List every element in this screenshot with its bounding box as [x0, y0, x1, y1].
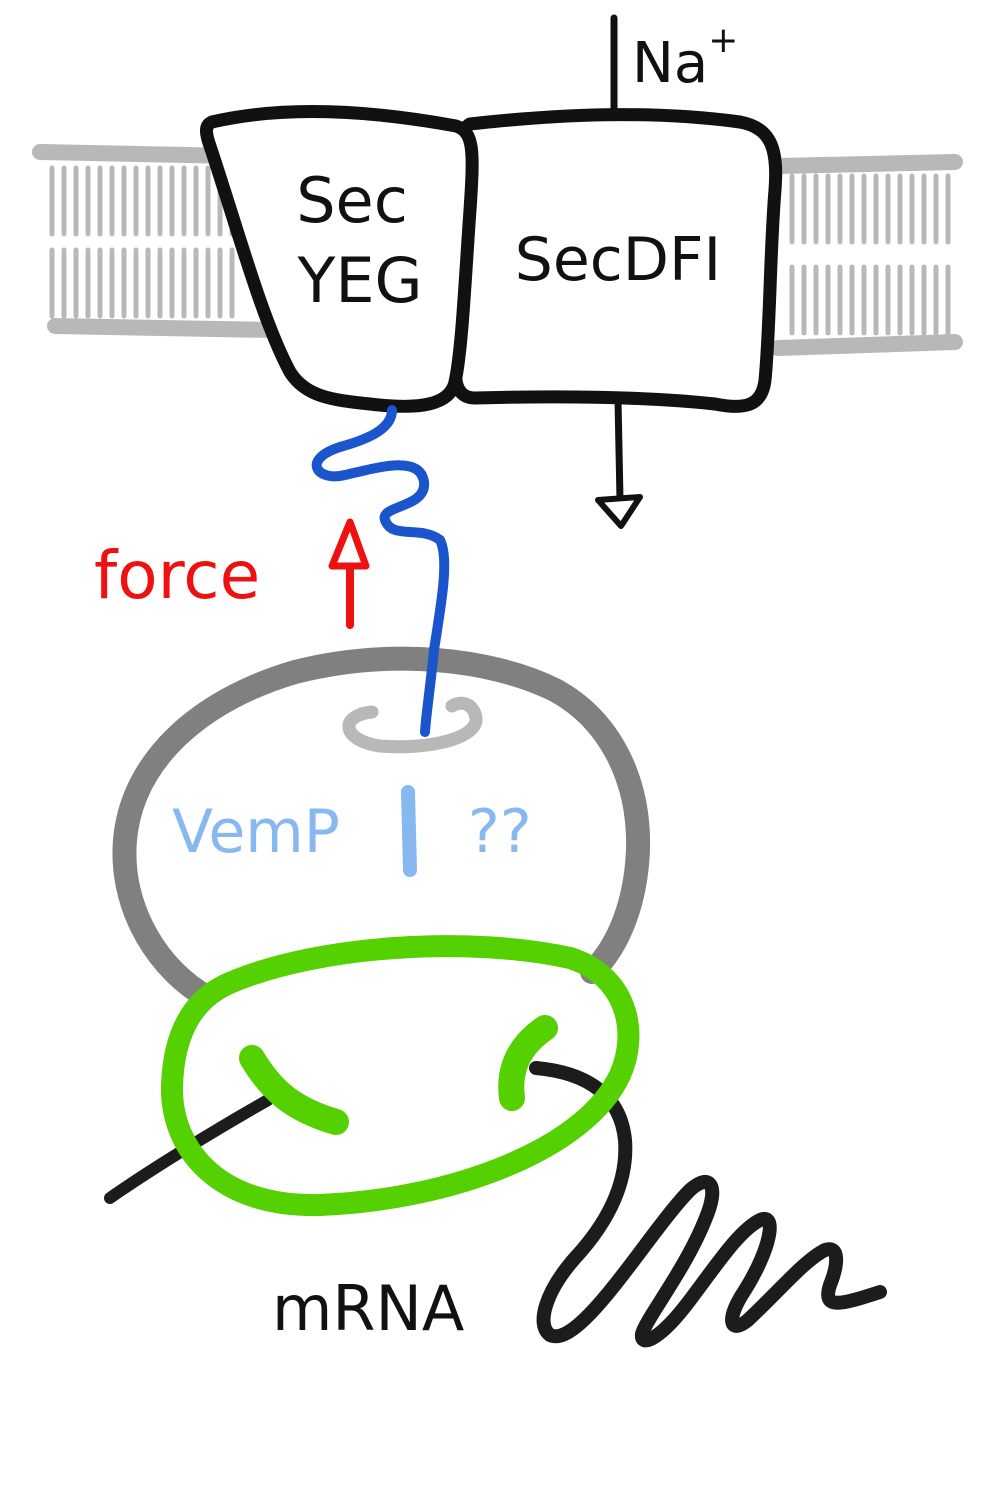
secdfi-exit-arrow-head	[595, 494, 643, 529]
membrane-left-lipid-tails	[49, 165, 235, 319]
sodium-ion-charge: +	[708, 20, 738, 61]
ribosome-small-subunit-left-lobe	[239, 1045, 349, 1135]
secdfi-exit-arrow	[595, 396, 643, 529]
membrane-right-lipid-tails	[789, 173, 951, 336]
membrane-right-bottom-leaflet	[770, 334, 963, 356]
unknown-label: ??	[468, 797, 532, 867]
membrane-left-bottom-leaflet	[47, 318, 280, 338]
secyeg-label-line1: Sec	[296, 164, 408, 237]
mrna-label: mRNA	[272, 1272, 464, 1345]
force-arrow	[328, 518, 370, 629]
force-label: force	[94, 537, 260, 614]
secdfi-exit-arrow-shaft	[614, 396, 624, 504]
vemp-secdfi-diagram: Na+ Sec YEG SecDFI force VemP ?? mRNA	[32, 14, 963, 1348]
sodium-ion-label: Na+	[632, 20, 738, 96]
secdfi-label: SecDFI	[515, 225, 721, 295]
vemp-label: VemP	[172, 797, 340, 867]
membrane-right-top-leaflet	[770, 154, 963, 174]
ribosome-exit-tunnel	[342, 696, 483, 754]
vemp-stall-bar	[401, 785, 417, 877]
secyeg-label-line2: YEG	[296, 244, 422, 317]
membrane-right	[770, 154, 963, 356]
force-arrow-head	[328, 518, 370, 570]
nascent-chain	[311, 405, 450, 737]
